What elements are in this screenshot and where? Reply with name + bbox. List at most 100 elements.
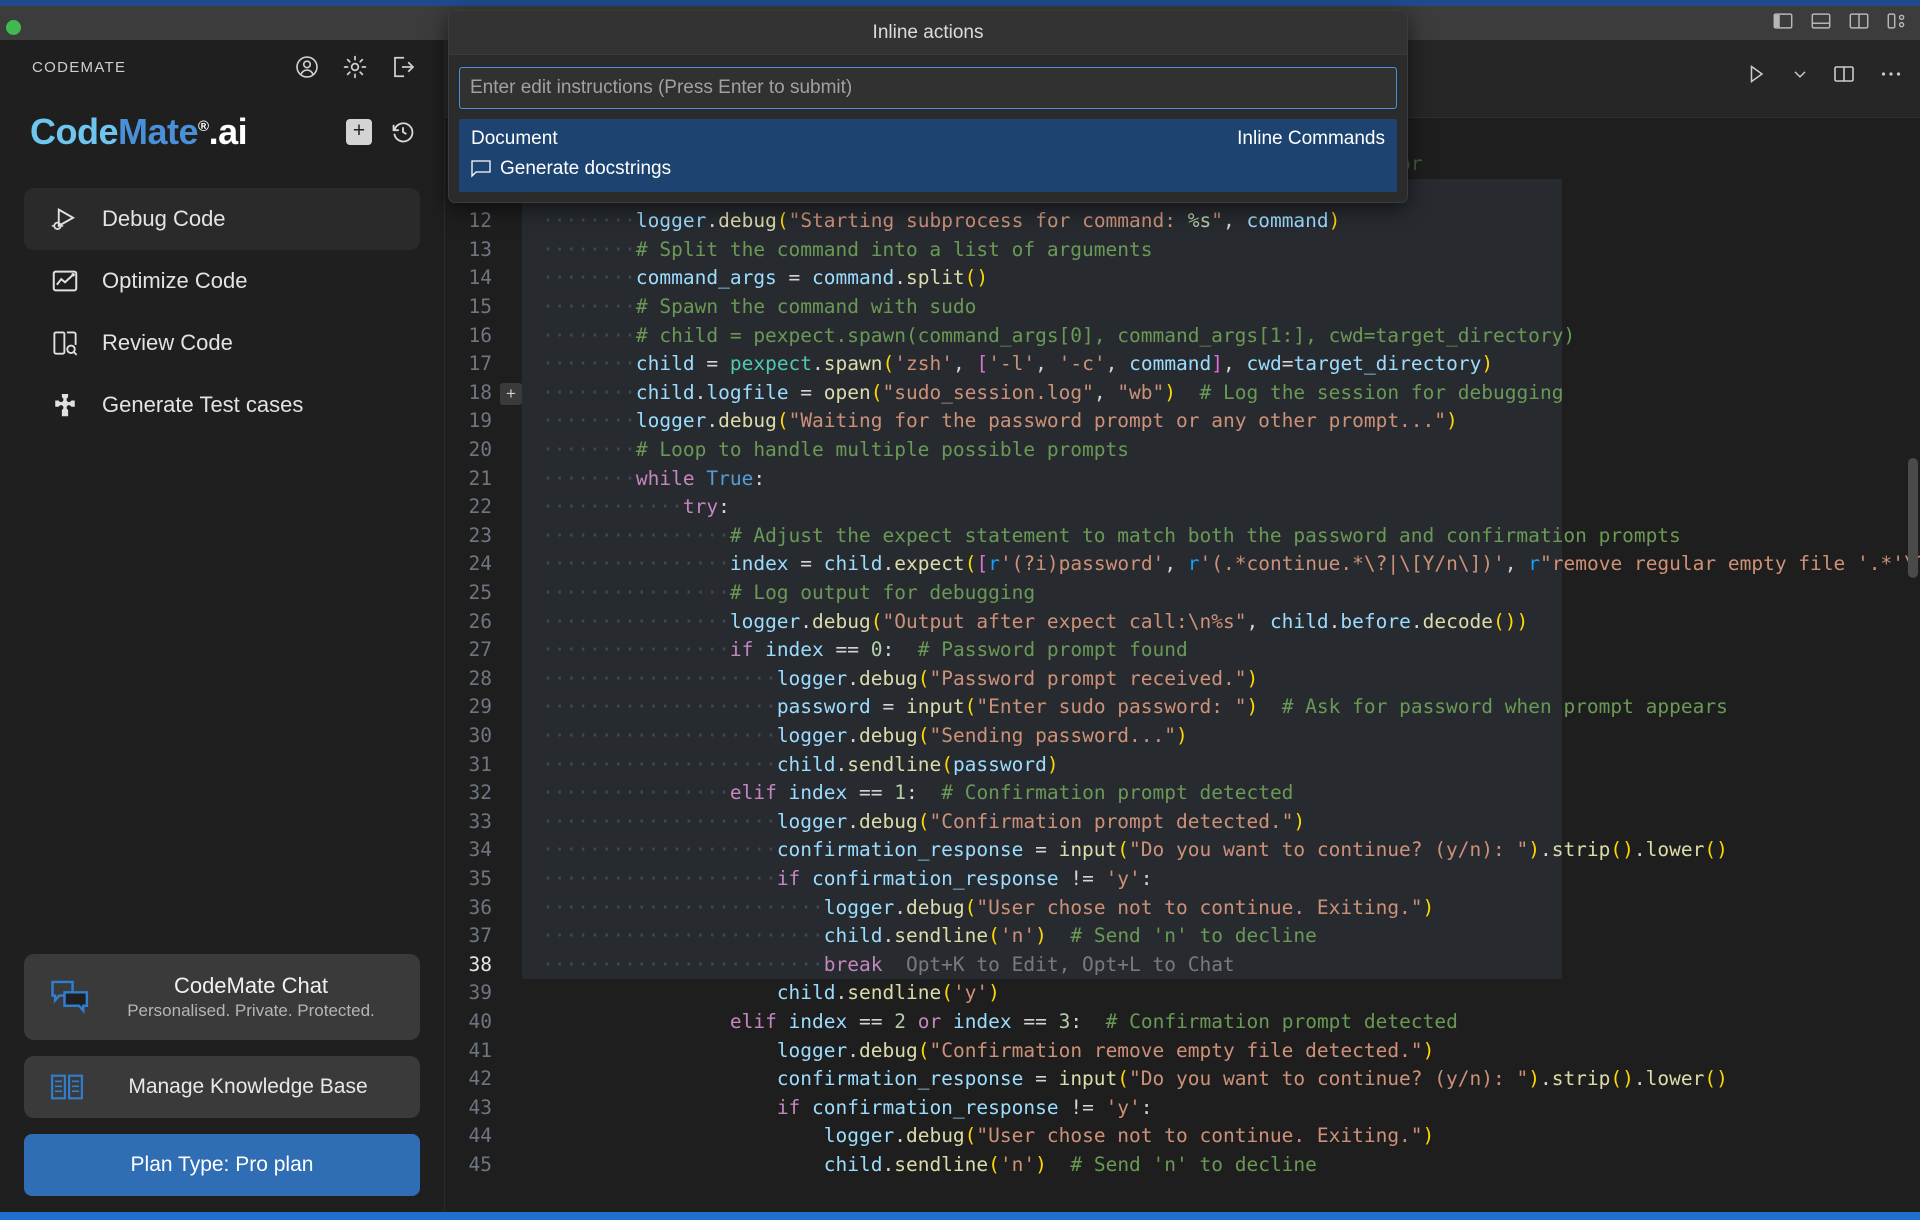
code-token: ) bbox=[1035, 924, 1047, 948]
code-line[interactable]: ········child = pexpect.spawn('zsh', ['-… bbox=[542, 350, 1493, 379]
code-token: input bbox=[905, 695, 965, 719]
code-line[interactable]: ················logger.debug("Output aft… bbox=[542, 608, 1528, 637]
code-line[interactable]: ····················if confirmation_resp… bbox=[542, 865, 1153, 894]
code-line[interactable]: ····················logger.debug("Sendin… bbox=[542, 722, 1188, 751]
line-number: 20 bbox=[468, 438, 492, 461]
line-number: 21 bbox=[468, 466, 492, 490]
sidebar-item-debug-code[interactable]: Debug Code bbox=[24, 188, 420, 250]
code-line[interactable]: ········# Spawn the command with sudo bbox=[542, 293, 976, 322]
code-token: confirmation_response bbox=[812, 867, 1071, 890]
code-line[interactable]: ····················logger.debug("Confir… bbox=[542, 808, 1305, 837]
code-token: ( bbox=[1117, 838, 1130, 862]
code-line[interactable]: confirmation_response = input("Do you wa… bbox=[542, 1065, 1728, 1094]
code-token: = bbox=[882, 695, 906, 719]
panel-left-icon[interactable] bbox=[1772, 10, 1794, 32]
code-line[interactable]: ········logger.debug("Starting subproces… bbox=[542, 207, 1340, 236]
code-line[interactable]: ····················confirmation_respons… bbox=[542, 836, 1728, 865]
code-token: logger bbox=[776, 666, 848, 690]
code-token: . bbox=[894, 895, 906, 919]
code-token: , bbox=[1164, 552, 1188, 576]
inline-command-row-document[interactable]: Document Inline Commands Generate docstr… bbox=[459, 119, 1397, 192]
code-line[interactable]: ····················logger.debug("Passwo… bbox=[542, 665, 1258, 694]
code-token: "Confirmation prompt detected." bbox=[929, 809, 1294, 833]
code-line[interactable]: ········# Loop to handle multiple possib… bbox=[542, 436, 1129, 465]
code-line[interactable]: child.sendline('y') bbox=[542, 979, 1000, 1008]
code-token: ( bbox=[776, 209, 789, 233]
code-line[interactable]: ············try: bbox=[542, 493, 730, 522]
codemate-chat-card[interactable]: CodeMate Chat Personalised. Private. Pro… bbox=[24, 954, 420, 1040]
sidebar-header: CODEMATE bbox=[0, 40, 444, 94]
code-line[interactable]: ········# Split the command into a list … bbox=[542, 236, 1152, 265]
code-token: # Confirmation prompt detected bbox=[941, 781, 1294, 805]
settings-gear-icon[interactable] bbox=[342, 54, 368, 80]
code-token: ) bbox=[1328, 209, 1341, 233]
code-token: # Ask for password when prompt appears bbox=[1281, 695, 1728, 719]
code-token: ················ bbox=[542, 552, 730, 576]
manage-knowledge-base-button[interactable]: Manage Knowledge Base bbox=[24, 1056, 420, 1118]
code-line[interactable]: ························child.sendline('… bbox=[542, 922, 1317, 951]
popup-row-item[interactable]: Generate docstrings bbox=[471, 158, 1385, 180]
inline-actions-popup: Inline actions Document Inline Commands … bbox=[448, 10, 1408, 203]
code-token: ························ bbox=[542, 895, 824, 919]
code-token: r bbox=[1528, 552, 1541, 576]
split-editor-icon[interactable] bbox=[1832, 62, 1856, 86]
code-line[interactable]: ········logger.debug("Waiting for the pa… bbox=[542, 407, 1458, 436]
panel-bottom-icon[interactable] bbox=[1810, 10, 1832, 32]
code-line[interactable]: ················if index == 0: # Passwor… bbox=[542, 636, 1188, 665]
debug-icon bbox=[51, 208, 76, 230]
code-token: logger bbox=[823, 895, 895, 919]
logout-icon[interactable] bbox=[390, 54, 416, 80]
code-editor[interactable]: 1011121314151617181920212223242526272829… bbox=[445, 158, 1920, 1212]
code-token: , bbox=[1504, 552, 1529, 576]
sidebar-item-review-code[interactable]: Review Code bbox=[24, 312, 420, 374]
code-token: ( bbox=[870, 609, 883, 633]
panel-right-icon[interactable] bbox=[1848, 10, 1870, 32]
code-token: r bbox=[1187, 552, 1200, 576]
code-line[interactable]: elif index == 2 or index == 3: # Confirm… bbox=[542, 1008, 1458, 1037]
new-session-button[interactable]: + bbox=[346, 119, 372, 145]
code-line[interactable]: logger.debug("User chose not to continue… bbox=[542, 1122, 1435, 1151]
code-line[interactable]: ········child.logfile = open("sudo_sessi… bbox=[542, 379, 1563, 408]
popup-row-header: Document Inline Commands bbox=[471, 128, 1385, 150]
plan-type-button[interactable]: Plan Type: Pro plan bbox=[24, 1134, 420, 1196]
sidebar-item-generate-test-cases[interactable]: Generate Test cases bbox=[24, 374, 420, 436]
code-token: ················ bbox=[542, 581, 730, 604]
code-token: try bbox=[682, 495, 719, 519]
code-token: . bbox=[882, 552, 895, 576]
code-line[interactable]: ····················password = input("En… bbox=[542, 693, 1728, 722]
code-line[interactable]: logger.debug("Confirmation remove empty … bbox=[542, 1037, 1435, 1066]
history-icon[interactable] bbox=[390, 119, 416, 145]
edit-instructions-input[interactable] bbox=[459, 67, 1397, 109]
fold-add-marker[interactable]: + bbox=[500, 382, 522, 405]
code-line[interactable]: ················# Adjust the expect stat… bbox=[542, 522, 1681, 551]
code-line[interactable]: ················index = child.expect([r'… bbox=[542, 550, 1920, 579]
code-line[interactable]: ····················child.sendline(passw… bbox=[542, 751, 1059, 780]
code-line[interactable]: ························logger.debug("Us… bbox=[542, 894, 1434, 923]
code-token: . bbox=[835, 981, 848, 1005]
account-icon[interactable] bbox=[294, 54, 320, 80]
code-line[interactable]: ········while True: bbox=[542, 465, 765, 494]
code-line[interactable]: ························break Opt+K to E… bbox=[542, 951, 1235, 980]
code-content[interactable]: ········child = None # Initialize child … bbox=[522, 158, 1920, 1212]
code-line[interactable]: ········command_args = command.split() bbox=[542, 264, 988, 293]
fold-gutter[interactable]: + bbox=[500, 158, 522, 1212]
sidebar-item-optimize-code[interactable]: Optimize Code bbox=[24, 250, 420, 312]
code-line[interactable]: ················# Log output for debuggi… bbox=[542, 579, 1035, 608]
more-actions-icon[interactable] bbox=[1878, 62, 1904, 86]
run-play-icon[interactable] bbox=[1744, 62, 1768, 86]
code-token: or bbox=[917, 1010, 953, 1033]
code-line[interactable]: ········# child = pexpect.spawn(command_… bbox=[542, 322, 1575, 351]
code-token: command bbox=[1246, 209, 1329, 233]
chevron-down-icon[interactable] bbox=[1790, 64, 1810, 84]
code-token: debug bbox=[859, 724, 918, 747]
code-token: lower bbox=[1645, 1067, 1705, 1091]
code-line[interactable]: if confirmation_response != 'y': bbox=[542, 1094, 1153, 1123]
customize-layout-icon[interactable] bbox=[1886, 10, 1908, 32]
code-token: , bbox=[1035, 352, 1059, 376]
vertical-scrollbar[interactable] bbox=[1908, 458, 1918, 578]
code-line[interactable]: ················elif index == 1: # Confi… bbox=[542, 779, 1293, 808]
code-line[interactable]: child.sendline('n') # Send 'n' to declin… bbox=[542, 1151, 1317, 1180]
